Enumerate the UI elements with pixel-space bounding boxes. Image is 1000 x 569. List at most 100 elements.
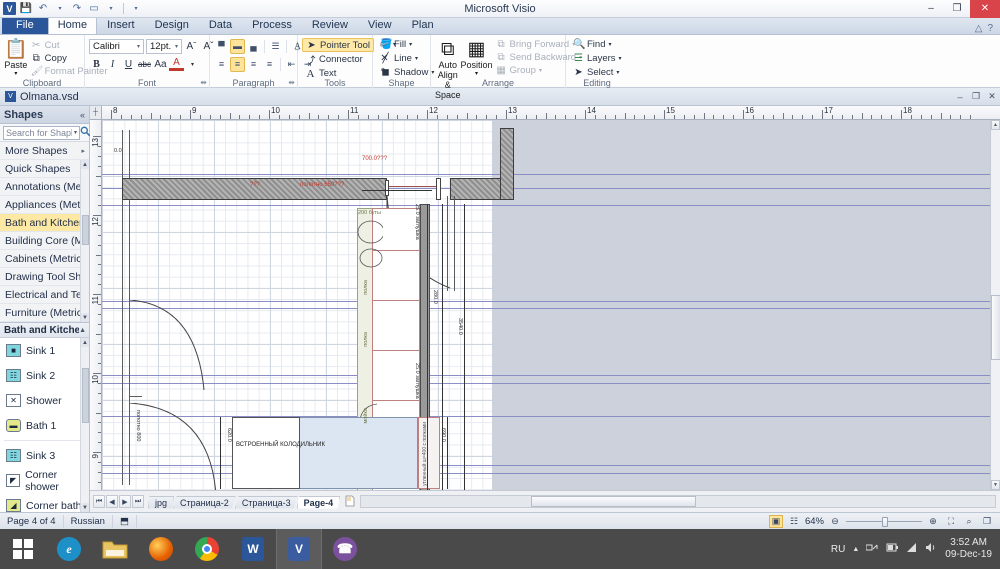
justify-button[interactable]: ≡: [262, 57, 277, 72]
font-dialog-launcher[interactable]: ⬌: [200, 78, 207, 87]
fill-arrow-icon[interactable]: ▾: [409, 41, 412, 48]
document-close-button[interactable]: ✕: [984, 90, 1000, 104]
canvas-hscroll-thumb[interactable]: [531, 496, 697, 507]
canvas-scroll-down-icon[interactable]: ▼: [991, 480, 1000, 490]
page-tab-page-4[interactable]: Page-4: [296, 495, 341, 509]
stencil-item-more-shapes[interactable]: More Shapes ▸: [0, 142, 89, 160]
redo-icon[interactable]: ↷: [70, 2, 84, 16]
tab-review[interactable]: Review: [302, 16, 358, 34]
qat-more-icon[interactable]: ▾: [129, 2, 143, 16]
cabinet-divider[interactable]: [372, 350, 420, 351]
next-page-button[interactable]: ▶: [119, 495, 131, 508]
help-icon[interactable]: ?: [987, 23, 993, 34]
fit-page-button[interactable]: ⛶: [944, 515, 958, 528]
undo-dropdown-icon[interactable]: ▾: [53, 2, 67, 16]
door-jamb-left[interactable]: [385, 180, 389, 196]
tray-volume-icon[interactable]: [925, 542, 938, 556]
pointer-tool-button[interactable]: ➤ Pointer Tool: [302, 38, 374, 52]
guide-line[interactable]: [102, 205, 990, 206]
align-top-button[interactable]: ▀: [214, 39, 229, 54]
bold-button[interactable]: B: [89, 57, 104, 72]
search-input[interactable]: Search for Shap ▾: [3, 125, 81, 140]
italic-button[interactable]: I: [105, 57, 120, 72]
layers-button[interactable]: ☰ Layers ▾: [570, 52, 625, 65]
shapes-collapse-icon[interactable]: «: [80, 110, 85, 120]
line-button[interactable]: ╱ Line ▾: [377, 52, 437, 65]
fill-button[interactable]: 🪣 Fill ▾: [377, 38, 437, 51]
guide-line[interactable]: [102, 174, 990, 175]
tab-process[interactable]: Process: [242, 16, 302, 34]
taskbar-chrome[interactable]: [184, 529, 230, 569]
tray-clock[interactable]: 3:52 AM 09-Dec-19: [945, 537, 992, 561]
page-tab-jpg[interactable]: jpg: [148, 495, 175, 509]
font-color-arrow-icon[interactable]: ▾: [185, 57, 200, 72]
quick-access-toolbar[interactable]: V 💾 ↶ ▾ ↷ ▭ ▾ ▾: [0, 2, 143, 16]
tab-home[interactable]: Home: [47, 16, 98, 34]
stencil-item-annotations[interactable]: Annotations (Metri...: [0, 178, 89, 196]
cabinet-divider[interactable]: [372, 400, 420, 401]
guide-line[interactable]: [102, 383, 990, 384]
find-arrow-icon[interactable]: ▾: [608, 41, 611, 48]
tab-design[interactable]: Design: [145, 16, 199, 34]
stencil-item-bath-and-kitchen[interactable]: Bath and Kitchen P...: [0, 214, 89, 232]
zoom-in-button[interactable]: ⊕: [926, 515, 940, 528]
selected-shape[interactable]: [298, 417, 418, 489]
stencil-item-appliances[interactable]: Appliances (Metric): [0, 196, 89, 214]
custom-dropdown-icon[interactable]: ▾: [104, 2, 118, 16]
document-restore-button[interactable]: ❐: [968, 90, 984, 104]
shape-item-sink-2[interactable]: ☷ Sink 2: [0, 363, 89, 388]
group-arrow-icon[interactable]: ▾: [539, 67, 542, 74]
fit-window-button[interactable]: ⌕: [962, 515, 976, 528]
minimize-button[interactable]: –: [918, 0, 944, 18]
search-dropdown-icon[interactable]: ▾: [71, 129, 79, 136]
document-minimize-button[interactable]: –: [952, 90, 968, 104]
vertical-ruler[interactable]: 13 12 11 10 9: [90, 120, 102, 512]
save-icon[interactable]: 💾: [19, 2, 33, 16]
layers-arrow-icon[interactable]: ▾: [619, 55, 622, 62]
stencil-item-cabinets[interactable]: Cabinets (Metric): [0, 250, 89, 268]
shape-item-shower[interactable]: ✕ Shower: [0, 388, 89, 413]
stencil-item-furniture[interactable]: Furniture (Metric): [0, 304, 89, 322]
line-arrow-icon[interactable]: ▾: [415, 55, 418, 62]
tab-data[interactable]: Data: [199, 16, 242, 34]
position-arrow-icon[interactable]: ▾: [475, 70, 478, 77]
stencil-item-quick-shapes[interactable]: Quick Shapes: [0, 160, 89, 178]
restore-button[interactable]: ❐: [944, 0, 970, 18]
canvas-scroll-up-icon[interactable]: ▲: [991, 120, 1000, 130]
status-language[interactable]: Russian: [64, 514, 113, 528]
ribbon-collapse-icon[interactable]: △: [975, 23, 983, 34]
door-frame-line[interactable]: [447, 196, 448, 291]
taskbar-visio[interactable]: V: [276, 529, 322, 569]
stencil-scrollbar[interactable]: ▲ ▼: [80, 160, 89, 322]
shape-item-bath-1[interactable]: ▬ Bath 1: [0, 413, 89, 438]
tab-plan[interactable]: Plan: [402, 16, 444, 34]
align-bottom-button[interactable]: ▄: [246, 39, 261, 54]
canvas-horizontal-scrollbar[interactable]: [360, 495, 996, 508]
shape-item-sink-1[interactable]: ■ Sink 1: [0, 338, 89, 363]
guide-line[interactable]: [102, 375, 990, 376]
page-tab-stranica-3[interactable]: Страница-3: [234, 495, 298, 509]
auto-align-space-button[interactable]: ⧉ Auto Align & Space: [435, 38, 461, 101]
taskbar-firefox[interactable]: [138, 529, 184, 569]
position-button[interactable]: ▦ Position ▾: [461, 38, 493, 78]
paste-button[interactable]: 📋 Paste ▾: [4, 38, 28, 78]
stencil-item-drawing-tool-shapes[interactable]: Drawing Tool Sha...: [0, 268, 89, 286]
select-arrow-icon[interactable]: ▾: [616, 69, 619, 76]
canvas-surface[interactable]: 700.0??? полотно 650??? ??? 0.0 25.0 заг…: [102, 120, 990, 490]
tray-battery-icon[interactable]: [886, 542, 899, 556]
insert-page-icon[interactable]: [339, 495, 356, 509]
shape-item-corner-shower[interactable]: ◤ Corner shower: [0, 468, 89, 493]
guide-line[interactable]: [102, 308, 990, 309]
horizontal-ruler[interactable]: 8 9 10 11 12 13 14 15 16 17 18: [90, 106, 1000, 120]
font-size-arrow-icon[interactable]: ▾: [173, 43, 180, 50]
taskbar-viber[interactable]: ☎: [322, 529, 368, 569]
align-right-button[interactable]: ≡: [246, 57, 261, 72]
grow-font-button[interactable]: Aˉ: [184, 39, 199, 54]
tab-file[interactable]: File: [2, 16, 48, 34]
close-button[interactable]: ✕: [970, 0, 1000, 18]
cabinet-divider[interactable]: [372, 300, 420, 301]
find-button[interactable]: 🔍 Find ▾: [570, 38, 625, 51]
shape-item-corner-bath[interactable]: ◢ Corner bath: [0, 493, 89, 512]
zoom-slider-handle[interactable]: [882, 516, 888, 527]
align-left-button[interactable]: ≡: [214, 57, 229, 72]
